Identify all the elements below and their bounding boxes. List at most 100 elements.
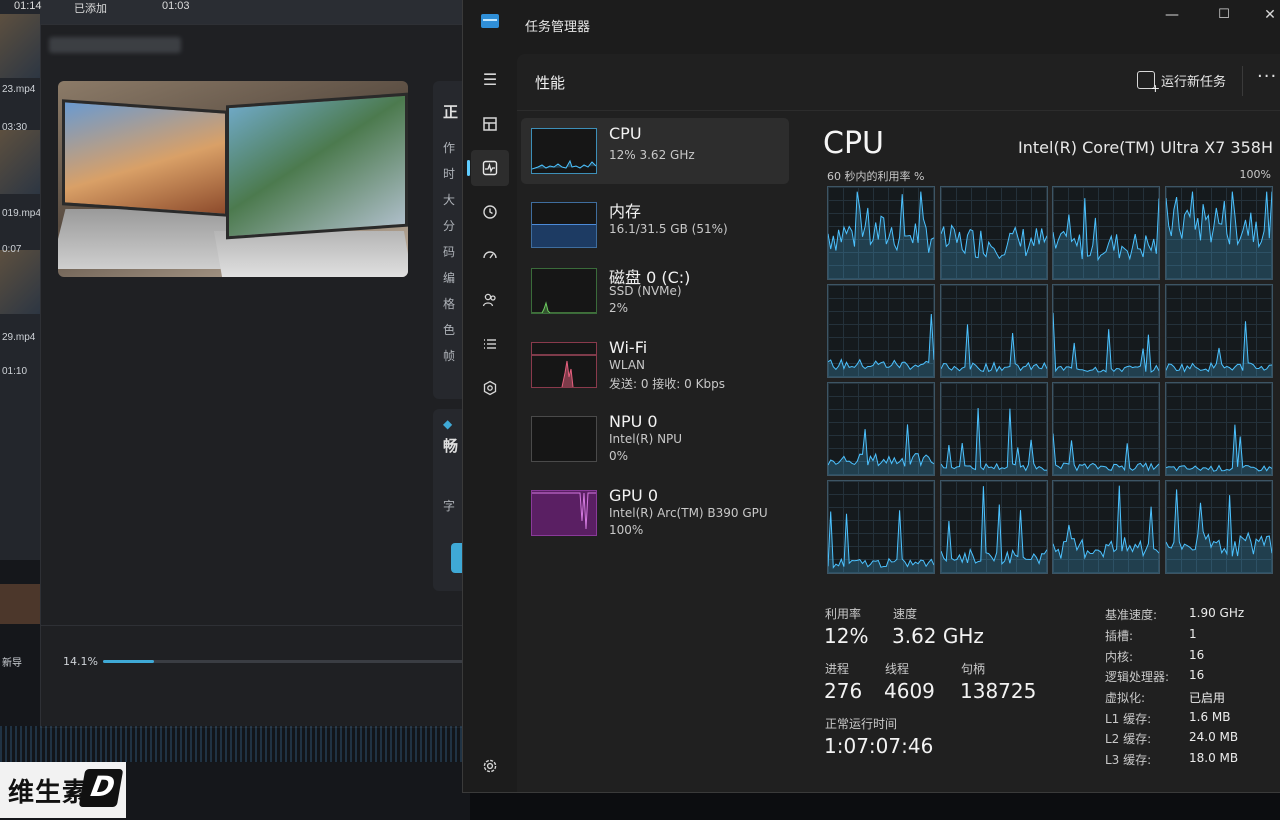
resource-detail: SSD (NVMe) bbox=[609, 284, 682, 298]
startup-apps-icon[interactable] bbox=[471, 238, 509, 274]
uptime-value: 1:07:07:46 bbox=[824, 734, 934, 758]
wifi-mini-graph bbox=[531, 342, 597, 388]
handles-label: 句柄 bbox=[961, 662, 986, 676]
media-top-strip: 01:14 已添加 01:03 bbox=[14, 0, 465, 24]
spec-value: 16 bbox=[1189, 648, 1205, 662]
gpu-mini-graph bbox=[531, 490, 597, 536]
cpu-core-graph bbox=[939, 186, 1048, 280]
resource-detail: 12% 3.62 GHz bbox=[609, 148, 695, 162]
resource-item-gpu[interactable]: GPU 0 Intel(R) Arc(TM) B390 GPU 100% bbox=[521, 480, 789, 546]
resource-item-disk[interactable]: 磁盘 0 (C:) SSD (NVMe) 2% bbox=[521, 258, 789, 324]
media-label: 03:30 bbox=[2, 122, 28, 133]
performance-icon[interactable] bbox=[467, 150, 509, 186]
cpu-core-graph bbox=[827, 382, 935, 476]
task-manager-app-icon bbox=[481, 14, 499, 28]
media-label: 新导 bbox=[2, 658, 22, 669]
info-label: 码 bbox=[443, 245, 456, 259]
watermark-text: 维生素 bbox=[8, 778, 90, 808]
resource-item-npu[interactable]: NPU 0 Intel(R) NPU 0% bbox=[521, 406, 789, 472]
speed-label: 速度 bbox=[893, 607, 918, 621]
media-label: 0:07 bbox=[2, 244, 22, 255]
maximize-button[interactable]: ☐ bbox=[1201, 2, 1247, 28]
media-thumbnail[interactable] bbox=[0, 584, 40, 624]
title-bar[interactable]: 任务管理器 — ☐ ✕ bbox=[463, 0, 1280, 54]
cpu-core-graph bbox=[1164, 480, 1273, 574]
spec-key: 内核: bbox=[1105, 650, 1134, 664]
disk-mini-graph bbox=[531, 268, 597, 314]
hamburger-menu-icon[interactable]: ☰ bbox=[471, 62, 509, 98]
brand-logo-icon: D bbox=[78, 769, 124, 807]
spec-key: L3 缓存: bbox=[1105, 753, 1152, 767]
graph-max: 100% bbox=[1239, 168, 1271, 181]
export-dialog: 正 作 时 大 分 码 编 格 色 帧 ◆ 畅 字 14.1% bbox=[40, 24, 473, 728]
info-label: 大 bbox=[443, 193, 456, 207]
cpu-core-graph bbox=[1052, 284, 1160, 378]
memory-mini-graph bbox=[531, 202, 597, 248]
run-new-task-button[interactable]: 运行新任务 bbox=[1137, 71, 1226, 95]
spec-key: 虚拟化: bbox=[1105, 691, 1146, 705]
utilization-label: 利用率 bbox=[825, 607, 862, 621]
resource-detail: 2% bbox=[609, 301, 629, 315]
users-icon[interactable] bbox=[471, 282, 509, 318]
handles-value: 138725 bbox=[960, 679, 1037, 703]
cpu-core-graph bbox=[827, 480, 935, 574]
resource-name: Wi-Fi bbox=[609, 338, 648, 357]
promo-heading: 畅 bbox=[443, 437, 459, 455]
media-thumbnail[interactable] bbox=[0, 250, 40, 314]
spec-value: 1 bbox=[1189, 627, 1197, 641]
spec-key: L2 缓存: bbox=[1105, 732, 1152, 746]
cpu-core-graph bbox=[1164, 382, 1273, 476]
settings-gear-icon[interactable] bbox=[471, 748, 509, 784]
minimize-button[interactable]: — bbox=[1149, 2, 1195, 28]
timeline-waveform[interactable] bbox=[0, 726, 465, 762]
cpu-core-graph bbox=[827, 284, 935, 378]
info-label: 格 bbox=[443, 297, 456, 311]
spec-key: 基准速度: bbox=[1105, 608, 1158, 622]
cpu-core-graph bbox=[1052, 480, 1160, 574]
more-options-button[interactable]: ··· bbox=[1257, 66, 1277, 87]
resource-item-memory[interactable]: 内存 16.1/31.5 GB (51%) bbox=[521, 192, 789, 258]
info-label: 帧 bbox=[443, 349, 456, 363]
resource-name: GPU 0 bbox=[609, 486, 659, 505]
media-label: 019.mp4 bbox=[2, 208, 41, 219]
processes-icon[interactable] bbox=[471, 106, 509, 142]
spec-value: 1.90 GHz bbox=[1189, 606, 1245, 620]
task-manager-window: 任务管理器 — ☐ ✕ ☰ 性能 + 运行新任务 ··· CPU 12% 3.6… bbox=[462, 0, 1280, 793]
services-icon[interactable] bbox=[471, 370, 509, 406]
spec-value: 已启用 bbox=[1189, 691, 1226, 705]
watermark-logo: 维生素 D bbox=[0, 762, 126, 818]
resource-detail: 100% bbox=[609, 523, 644, 537]
graph-caption: 60 秒内的利用率 % bbox=[827, 170, 925, 183]
media-thumbnail[interactable] bbox=[0, 14, 40, 78]
run-task-icon bbox=[1137, 71, 1160, 95]
cpu-core-graph bbox=[1052, 382, 1160, 476]
npu-mini-graph bbox=[531, 416, 597, 462]
uptime-label: 正常运行时间 bbox=[825, 717, 898, 731]
resource-name: 内存 bbox=[609, 202, 642, 221]
cpu-core-graph bbox=[939, 480, 1048, 574]
resource-detail: Intel(R) Arc(TM) B390 GPU bbox=[609, 506, 768, 520]
detail-title: CPU bbox=[823, 126, 884, 161]
background-editor-app: 23.mp4 03:30 019.mp4 0:07 29.mp4 01:10 新… bbox=[0, 0, 473, 820]
info-label: 分 bbox=[443, 219, 456, 233]
app-history-icon[interactable] bbox=[471, 194, 509, 230]
info-label: 色 bbox=[443, 323, 456, 337]
cpu-model: Intel(R) Core(TM) Ultra X7 358H bbox=[1018, 138, 1273, 157]
media-thumbnail-strip: 23.mp4 03:30 019.mp4 0:07 29.mp4 01:10 新… bbox=[0, 0, 41, 669]
spec-value: 16 bbox=[1189, 668, 1205, 682]
threads-value: 4609 bbox=[884, 679, 935, 703]
details-icon[interactable] bbox=[471, 326, 509, 362]
media-thumbnail[interactable] bbox=[0, 130, 40, 194]
spec-key: 插槽: bbox=[1105, 629, 1134, 643]
spec-value: 18.0 MB bbox=[1189, 751, 1239, 765]
resource-name: CPU bbox=[609, 124, 642, 143]
performance-panel: 性能 运行新任务 ··· CPU 12% 3.62 GHz 内存 16.1 bbox=[517, 54, 1280, 792]
diamond-icon: ◆ bbox=[443, 417, 453, 431]
resource-item-wifi[interactable]: Wi-Fi WLAN 发送: 0 接收: 0 Kbps bbox=[521, 332, 789, 398]
info-label: 时 bbox=[443, 167, 456, 181]
resource-item-cpu[interactable]: CPU 12% 3.62 GHz bbox=[521, 118, 789, 184]
media-label: 23.mp4 bbox=[2, 84, 36, 95]
info-label: 编 bbox=[443, 271, 456, 285]
close-button[interactable]: ✕ bbox=[1247, 2, 1280, 28]
threads-label: 线程 bbox=[885, 662, 910, 676]
